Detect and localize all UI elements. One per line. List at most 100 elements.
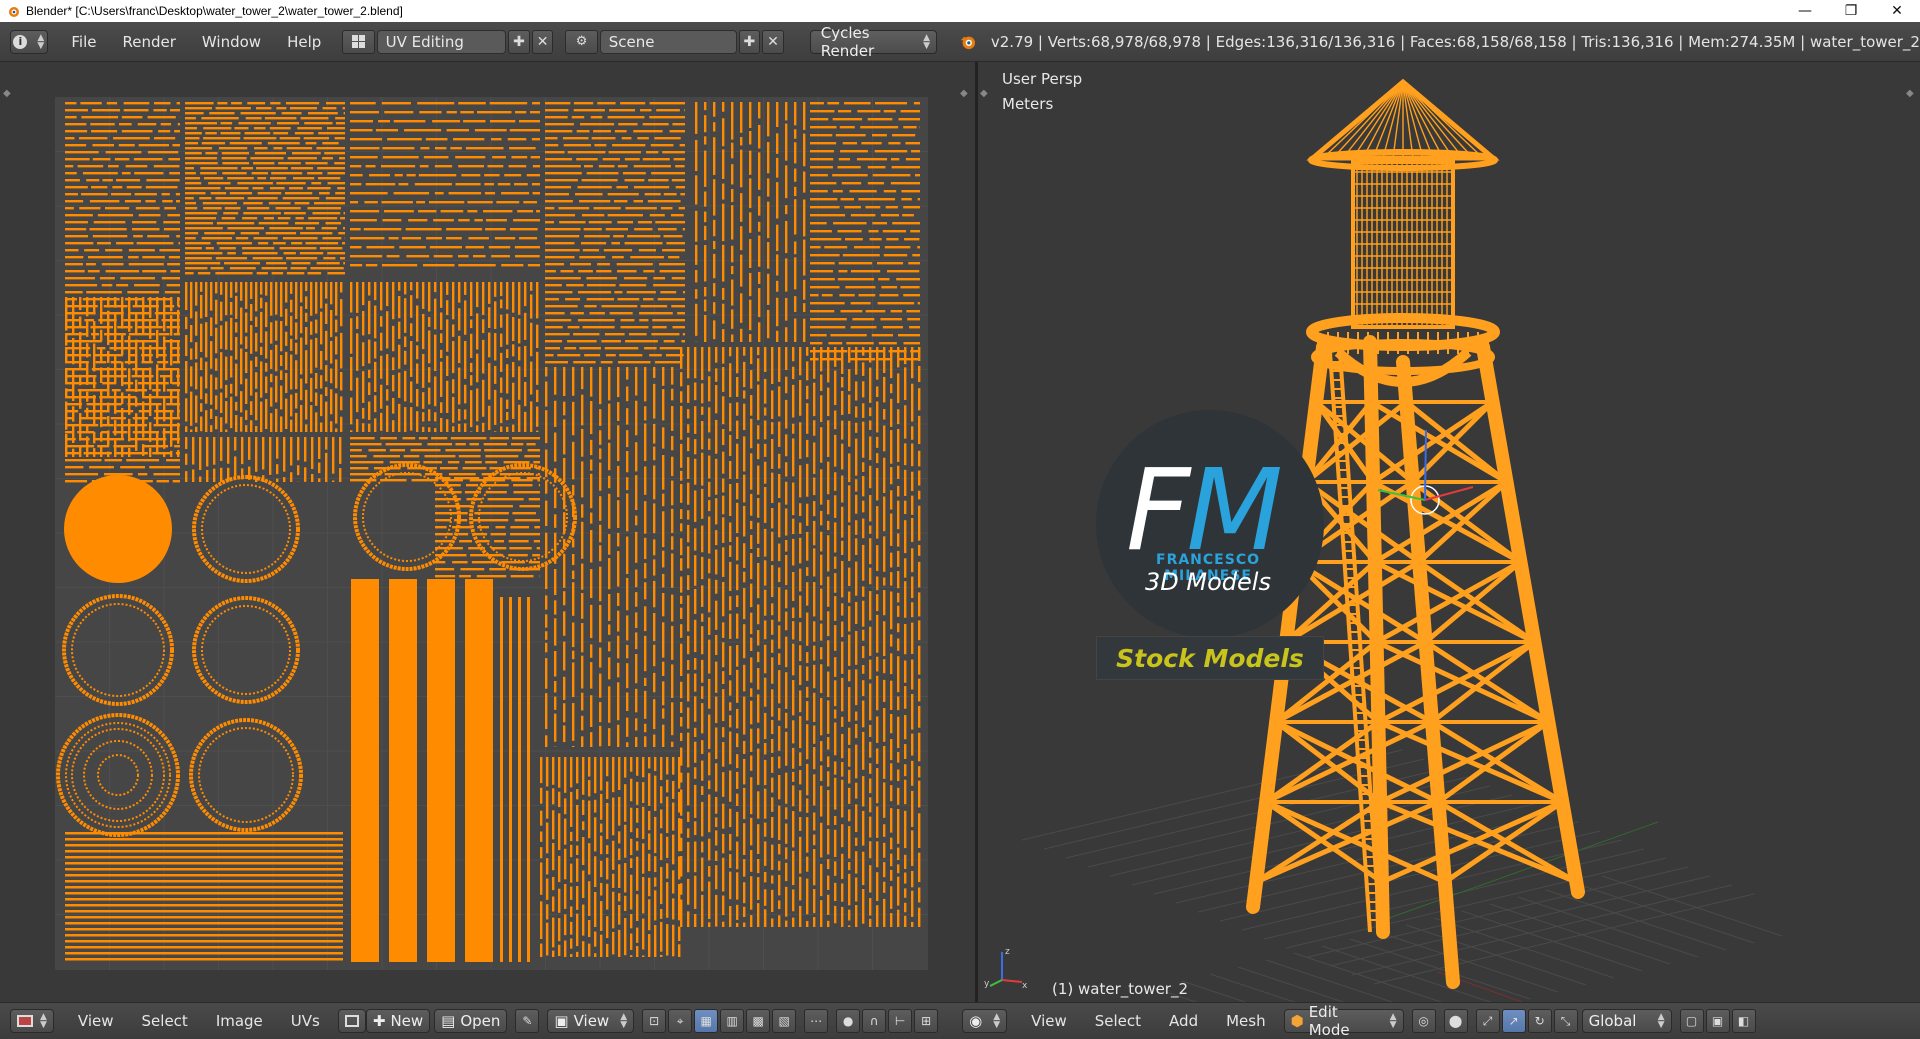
uv-island: [617, 682, 620, 721]
layout-name-field[interactable]: UV Editing: [376, 29, 507, 54]
uv-island: [625, 340, 658, 343]
uv-island: [713, 253, 716, 279]
scene-selector-button[interactable]: ⚙: [565, 29, 598, 54]
view3d-menu-view[interactable]: View: [1017, 1012, 1081, 1030]
uv-island: [255, 372, 258, 389]
view3d-menu-select[interactable]: Select: [1081, 1012, 1155, 1030]
uv-island: [255, 282, 258, 312]
uv-island: [794, 257, 797, 290]
uv-island: [581, 563, 584, 590]
uv-island: [608, 641, 611, 652]
uv-island: [321, 157, 333, 160]
manipulator-toggle-button[interactable]: ⤢: [1475, 1009, 1500, 1033]
3d-viewport[interactable]: ◆ ◆ User Persp Meters FM FRANCESCO MILAN…: [978, 62, 1920, 1002]
region-toggle-icon[interactable]: ◆: [960, 88, 972, 100]
uv-island: [590, 695, 593, 728]
uv-snap-button[interactable]: ⋯: [804, 1009, 829, 1033]
uv-island: [588, 221, 612, 224]
close-button[interactable]: ✕: [1874, 0, 1920, 22]
open-image-button[interactable]: ▤ Open: [434, 1009, 508, 1033]
uv-island: [563, 611, 566, 636]
select-face-mode-button[interactable]: ◧: [1731, 1009, 1756, 1033]
menu-help[interactable]: Help: [274, 33, 334, 51]
uv-island: [701, 406, 704, 415]
select-island-button[interactable]: ▧: [772, 1009, 797, 1033]
magnet-icon[interactable]: ∩: [862, 1009, 887, 1033]
interaction-mode-dropdown[interactable]: ⬢ Edit Mode ▲ ▼: [1283, 1003, 1404, 1039]
menu-file[interactable]: File: [58, 33, 109, 51]
delete-scene-button[interactable]: ✕: [762, 29, 784, 54]
uv-menu-view[interactable]: View: [64, 1012, 128, 1030]
uv-island: [160, 123, 172, 126]
add-scene-button[interactable]: ✚: [738, 29, 761, 54]
uv-island: [649, 354, 662, 357]
minimize-button[interactable]: —: [1782, 0, 1828, 22]
uv-image-editor[interactable]: ◆ ◆: [0, 62, 975, 1002]
translate-manipulator-button[interactable]: ↗: [1501, 1009, 1526, 1033]
uv-island: [495, 526, 506, 529]
uv-menu-image[interactable]: Image: [202, 1012, 277, 1030]
select-face-button[interactable]: ▩: [746, 1009, 771, 1033]
uv-island: [380, 384, 383, 409]
uv-extra-button[interactable]: ⊞: [914, 1009, 939, 1033]
uv-island: [65, 207, 74, 210]
uv-island: [904, 872, 907, 884]
pivot-center-button[interactable]: ⬤: [1443, 1009, 1468, 1033]
delete-layout-button[interactable]: ✕: [531, 29, 554, 54]
rotate-manipulator-button[interactable]: ↻: [1527, 1009, 1552, 1033]
uv-island: [77, 389, 108, 392]
pivot-point-button[interactable]: ⊡: [642, 1009, 667, 1033]
viewport-shading-button[interactable]: ◎: [1411, 1009, 1436, 1033]
add-layout-button[interactable]: ✚: [508, 29, 530, 54]
uv-island: [512, 344, 515, 357]
menu-window[interactable]: Window: [189, 33, 274, 51]
uv-island: [210, 425, 213, 432]
menu-render[interactable]: Render: [110, 33, 189, 51]
transform-orientation-dropdown[interactable]: Global ▲ ▼: [1581, 1009, 1672, 1033]
new-label: New: [390, 1012, 424, 1030]
select-edge-button[interactable]: ▥: [720, 1009, 745, 1033]
uv-island: [116, 242, 134, 245]
new-image-button[interactable]: ✚ New: [365, 1009, 431, 1033]
uv-editor-type-button[interactable]: ▲ ▼: [10, 1009, 54, 1033]
select-vertex-button[interactable]: ▦: [694, 1009, 719, 1033]
layout-selector-button[interactable]: [342, 29, 375, 54]
uv-island: [276, 478, 279, 482]
image-browse-button[interactable]: [337, 1009, 366, 1033]
proportional-edit-button[interactable]: ●: [836, 1009, 861, 1033]
uv-island: [582, 904, 585, 936]
uv-island: [594, 931, 597, 947]
view3d-editor-type-button[interactable]: ◉ ▲ ▼: [962, 1009, 1008, 1033]
uv-island: [722, 742, 725, 767]
uv-island: [701, 347, 704, 381]
uv-island: [624, 757, 627, 778]
uv-menu-uvs[interactable]: UVs: [277, 1012, 334, 1030]
uv-island: [528, 498, 540, 501]
scene-name-field[interactable]: Scene: [599, 29, 737, 54]
uv-island: [785, 589, 788, 609]
scale-manipulator-button[interactable]: ⤡: [1553, 1009, 1578, 1033]
uv-island: [868, 230, 879, 233]
uv-island: [757, 443, 760, 460]
uv-island: [124, 200, 141, 203]
uv-menu-select[interactable]: Select: [128, 1012, 202, 1030]
info-editor-type-button[interactable]: i ▲ ▼: [10, 29, 48, 54]
uv-layout-canvas[interactable]: [55, 97, 928, 970]
select-vertex-mode-button[interactable]: ▢: [1679, 1009, 1704, 1033]
sticky-select-button[interactable]: ⌖: [668, 1009, 693, 1033]
view3d-menu-add[interactable]: Add: [1155, 1012, 1212, 1030]
uv-island: [343, 227, 345, 230]
uv-island: [713, 240, 716, 250]
pin-image-button[interactable]: ✎: [515, 1009, 540, 1033]
select-edge-mode-button[interactable]: ▣: [1705, 1009, 1730, 1033]
render-engine-dropdown[interactable]: Cycles Render ▲ ▼: [809, 24, 938, 60]
maximize-button[interactable]: ❐: [1828, 0, 1874, 22]
uv-island: [185, 272, 194, 275]
uv-island: [230, 301, 233, 315]
snap-target-button[interactable]: ⊢: [888, 1009, 913, 1033]
uv-view-mode-dropdown[interactable]: ▣ View ▲ ▼: [547, 1009, 635, 1033]
view3d-menu-mesh[interactable]: Mesh: [1212, 1012, 1280, 1030]
region-toggle-icon[interactable]: ◆: [3, 88, 15, 100]
uv-island: [799, 716, 802, 749]
uv-island: [145, 186, 178, 189]
